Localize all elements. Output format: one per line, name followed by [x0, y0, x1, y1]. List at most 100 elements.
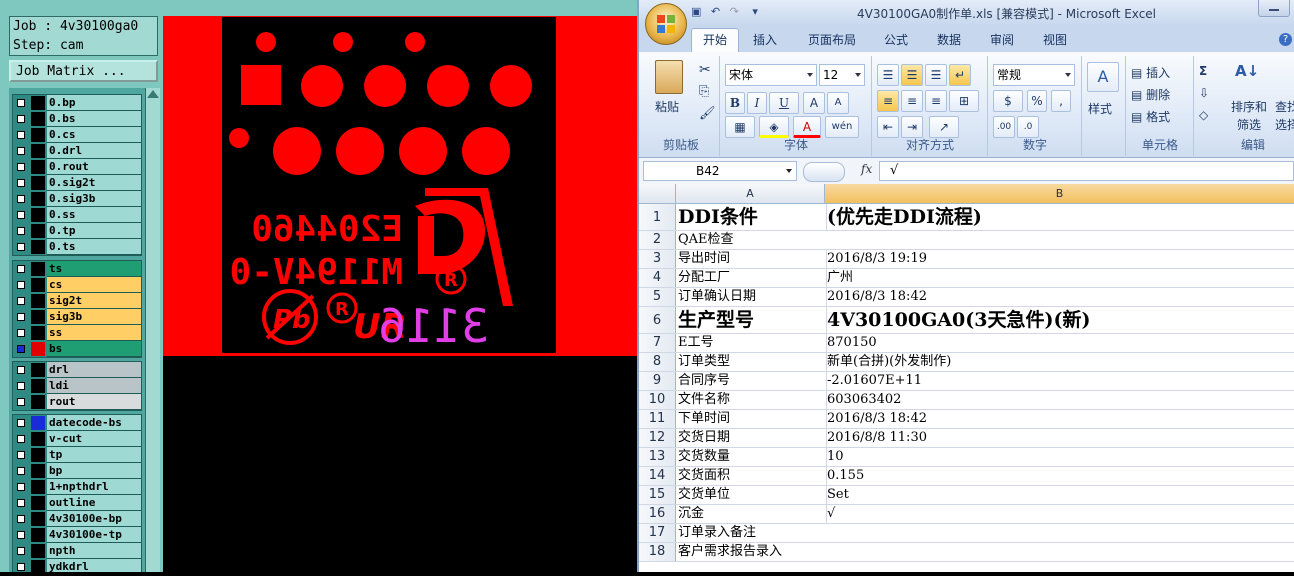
row-header[interactable]: 11 [639, 410, 676, 428]
cell-a[interactable]: 文件名称 [676, 391, 827, 409]
layer-checkbox[interactable] [17, 419, 25, 427]
percent-button[interactable]: % [1027, 90, 1047, 112]
column-header-b[interactable]: B [825, 184, 1294, 203]
column-header-a[interactable]: A [676, 184, 825, 203]
layer-row[interactable]: bp [13, 463, 141, 479]
row-header[interactable]: 13 [639, 448, 676, 466]
underline-button[interactable]: U [769, 92, 799, 114]
cell-b[interactable]: 0.155 [825, 467, 1294, 485]
cell-a[interactable]: 沉金 [676, 505, 827, 523]
row-header[interactable]: 1 [639, 204, 676, 230]
increase-indent-button[interactable]: ⇥ [901, 116, 923, 138]
phonetic-button[interactable]: wén [825, 116, 859, 138]
cell-b[interactable]: -2.01607E+11 [825, 372, 1294, 390]
layer-checkbox[interactable] [17, 499, 25, 507]
layer-checkbox[interactable] [17, 243, 25, 251]
row-header[interactable]: 8 [639, 353, 676, 371]
number-format-select[interactable]: 常规 [993, 64, 1075, 86]
increase-decimal-button[interactable]: .00 [993, 116, 1015, 138]
merge-center-button[interactable]: ⊞ [949, 90, 979, 112]
find-select-button[interactable]: 查找 [1275, 98, 1294, 115]
help-icon[interactable]: ? [1279, 33, 1292, 46]
cell-a[interactable]: E工号 [676, 334, 827, 352]
shrink-font-button[interactable]: A [827, 92, 849, 114]
autosum-button[interactable]: Σ [1199, 64, 1207, 78]
row-header[interactable]: 5 [639, 288, 676, 306]
decrease-indent-button[interactable]: ⇤ [877, 116, 899, 138]
cell-b[interactable]: 2016/8/3 18:42 [825, 410, 1294, 428]
layer-row[interactable]: 0.drl [13, 143, 141, 159]
layer-row[interactable]: ydkdrl [13, 559, 141, 572]
cell-b[interactable]: 广州 [825, 269, 1294, 287]
layer-checkbox[interactable] [17, 531, 25, 539]
row-header[interactable]: 14 [639, 467, 676, 485]
row-header[interactable]: 2 [639, 231, 676, 249]
layer-checkbox[interactable] [17, 179, 25, 187]
row-header[interactable]: 16 [639, 505, 676, 523]
cell-a[interactable]: 订单类型 [676, 353, 827, 371]
layer-row[interactable]: npth [13, 543, 141, 559]
layer-checkbox[interactable] [17, 451, 25, 459]
layer-checkbox[interactable] [17, 345, 25, 353]
styles-icon[interactable]: A [1087, 62, 1119, 92]
tab-data[interactable]: 数据 [937, 31, 961, 48]
layer-checkbox[interactable] [17, 515, 25, 523]
layer-row[interactable]: 0.ss [13, 207, 141, 223]
layer-row[interactable]: 0.tp [13, 223, 141, 239]
cut-icon[interactable]: ✂ [699, 62, 711, 78]
layer-row[interactable]: 0.sig2t [13, 175, 141, 191]
layer-row[interactable]: 4v30100e-bp [13, 511, 141, 527]
layer-row[interactable]: cs [13, 277, 141, 293]
layer-checkbox[interactable] [17, 467, 25, 475]
cell-a[interactable]: 导出时间 [676, 250, 827, 268]
align-bottom-button[interactable]: ☰ [925, 64, 947, 86]
font-name-select[interactable]: 宋体 [725, 64, 817, 86]
tab-home[interactable]: 开始 [691, 28, 739, 53]
row-header[interactable]: 9 [639, 372, 676, 390]
cell-b[interactable]: Set [825, 486, 1294, 504]
layer-checkbox[interactable] [17, 366, 25, 374]
layer-row[interactable]: sig2t [13, 293, 141, 309]
orientation-button[interactable]: ↗ [929, 116, 959, 138]
font-color-button[interactable]: A [793, 116, 821, 138]
scroll-up-icon[interactable] [147, 90, 159, 98]
redo-icon[interactable]: ↷ [730, 5, 739, 18]
paste-icon[interactable] [655, 60, 683, 94]
layer-checkbox[interactable] [17, 483, 25, 491]
layer-checkbox[interactable] [17, 99, 25, 107]
cell-a[interactable]: 客户需求报告录入 [676, 543, 1294, 561]
row-header[interactable]: 18 [639, 543, 676, 561]
cell-a[interactable]: 生产型号 [676, 307, 827, 333]
layer-list-scrollbar[interactable] [145, 88, 160, 572]
cell-b[interactable]: 2016/8/8 11:30 [825, 429, 1294, 447]
layer-row[interactable]: 0.bp [13, 95, 141, 111]
layer-checkbox[interactable] [17, 435, 25, 443]
cell-b[interactable]: 新单(合拼)(外发制作) [825, 353, 1294, 371]
layer-checkbox[interactable] [17, 211, 25, 219]
layer-checkbox[interactable] [17, 265, 25, 273]
name-box[interactable]: B42 [643, 161, 797, 181]
row-header[interactable]: 15 [639, 486, 676, 504]
cell-a[interactable]: 下单时间 [676, 410, 827, 428]
layer-row[interactable]: ss [13, 325, 141, 341]
styles-button[interactable]: 样式 [1088, 100, 1112, 117]
cell-a[interactable]: 交货日期 [676, 429, 827, 447]
layer-checkbox[interactable] [17, 195, 25, 203]
layer-checkbox[interactable] [17, 398, 25, 406]
align-top-button[interactable]: ☰ [877, 64, 899, 86]
layer-checkbox[interactable] [17, 329, 25, 337]
cell-a[interactable]: 分配工厂 [676, 269, 827, 287]
customize-toolbar-icon[interactable]: ▾ [752, 5, 758, 18]
cell-b[interactable]: 603063402 [825, 391, 1294, 409]
cell-a[interactable]: 订单录入备注 [676, 524, 1294, 542]
layer-row[interactable]: rout [13, 394, 141, 410]
layer-row[interactable]: 1+npthdrl [13, 479, 141, 495]
italic-button[interactable]: I [747, 92, 767, 114]
layer-row[interactable]: sig3b [13, 309, 141, 325]
layer-row[interactable]: ldi [13, 378, 141, 394]
cell-a[interactable]: 交货单位 [676, 486, 827, 504]
row-header[interactable]: 12 [639, 429, 676, 447]
tab-review[interactable]: 审阅 [990, 31, 1014, 48]
cell-b[interactable]: 2016/8/3 19:19 [825, 250, 1294, 268]
format-painter-icon[interactable]: 🖌 [699, 106, 716, 121]
